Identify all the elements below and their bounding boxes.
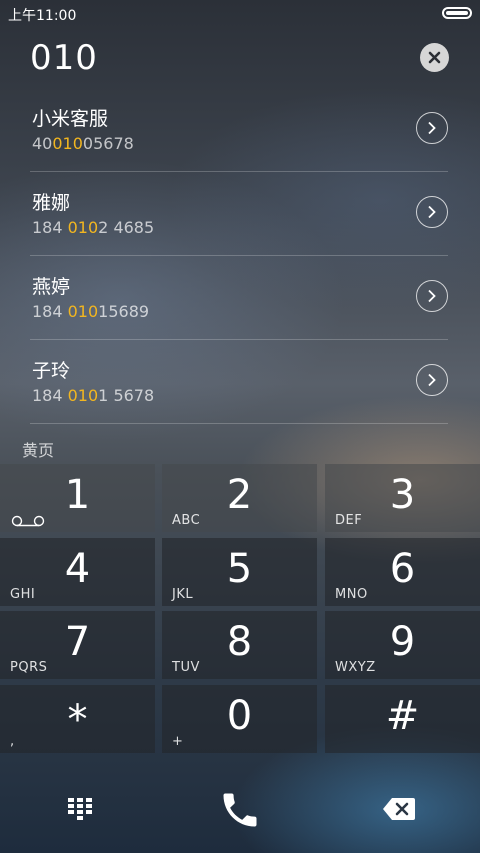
contact-name: 子玲 — [32, 360, 71, 382]
key-digit: 4 — [64, 546, 91, 592]
contact-number: 184 0102 4685 — [32, 218, 155, 237]
key-letters: ABC — [172, 513, 201, 528]
key-3[interactable]: 3 DEF — [325, 464, 480, 532]
key-letters: DEF — [335, 513, 363, 528]
key-6[interactable]: 6 MNO — [325, 538, 480, 606]
key-digit: # — [385, 693, 420, 739]
contact-row[interactable]: 燕婷 184 01015689 — [30, 255, 448, 340]
chevron-right-icon — [428, 373, 436, 387]
key-star[interactable]: * , — [0, 685, 155, 753]
contact-number: 184 0101 5678 — [32, 386, 155, 405]
chevron-right-icon — [428, 121, 436, 135]
battery-icon — [442, 7, 472, 19]
key-digit: 3 — [389, 472, 416, 518]
key-letters: MNO — [335, 587, 368, 602]
key-digit: 0 — [226, 693, 253, 739]
yellow-pages-label: 黄页 — [22, 441, 55, 460]
key-9[interactable]: 9 WXYZ — [325, 611, 480, 679]
key-5[interactable]: 5 JKL — [162, 538, 317, 606]
key-letters: WXYZ — [335, 660, 376, 675]
key-letters: + — [172, 734, 184, 749]
chevron-right-icon — [428, 205, 436, 219]
backspace-icon[interactable] — [383, 798, 415, 820]
key-digit: * — [67, 697, 88, 743]
contact-name: 小米客服 — [32, 108, 109, 130]
key-digit: 1 — [64, 472, 91, 518]
key-2[interactable]: 2 ABC — [162, 464, 317, 532]
contact-detail-button[interactable] — [416, 280, 448, 312]
contact-number: 4001005678 — [32, 134, 134, 153]
contact-row[interactable]: 子玲 184 0101 5678 — [30, 339, 448, 424]
dialed-number: 010 — [30, 38, 98, 78]
close-icon — [428, 51, 441, 64]
key-7[interactable]: 7 PQRS — [0, 611, 155, 679]
key-letters: , — [10, 734, 15, 749]
key-letters: JKL — [172, 587, 194, 602]
key-digit: 5 — [226, 546, 253, 592]
key-letters: GHI — [10, 587, 36, 602]
contact-row[interactable]: 雅娜 184 0102 4685 — [30, 171, 448, 256]
key-8[interactable]: 8 TUV — [162, 611, 317, 679]
key-letters: PQRS — [10, 660, 48, 675]
key-hash[interactable]: # — [325, 685, 480, 753]
chevron-right-icon — [428, 289, 436, 303]
key-digit: 9 — [389, 619, 416, 665]
phone-icon[interactable] — [218, 788, 262, 832]
key-digit: 2 — [226, 472, 253, 518]
contact-detail-button[interactable] — [416, 196, 448, 228]
status-bar: 上午11:00 — [0, 0, 480, 26]
key-letters: TUV — [172, 660, 200, 675]
dialpad-icon[interactable] — [68, 798, 92, 820]
key-4[interactable]: 4 GHI — [0, 538, 155, 606]
bottom-action-bar — [0, 760, 480, 853]
contact-detail-button[interactable] — [416, 112, 448, 144]
contact-number: 184 01015689 — [32, 302, 150, 321]
contact-row[interactable]: 小米客服 4001005678 — [30, 87, 448, 172]
status-time: 上午11:00 — [8, 8, 77, 24]
clear-number-button[interactable] — [420, 43, 449, 72]
key-digit: 8 — [226, 619, 253, 665]
key-1[interactable]: 1 — [0, 464, 155, 532]
key-digit: 6 — [389, 546, 416, 592]
key-0[interactable]: 0 + — [162, 685, 317, 753]
contact-name: 燕婷 — [32, 276, 71, 298]
contact-name: 雅娜 — [32, 192, 71, 214]
key-digit: 7 — [64, 619, 91, 665]
contact-detail-button[interactable] — [416, 364, 448, 396]
